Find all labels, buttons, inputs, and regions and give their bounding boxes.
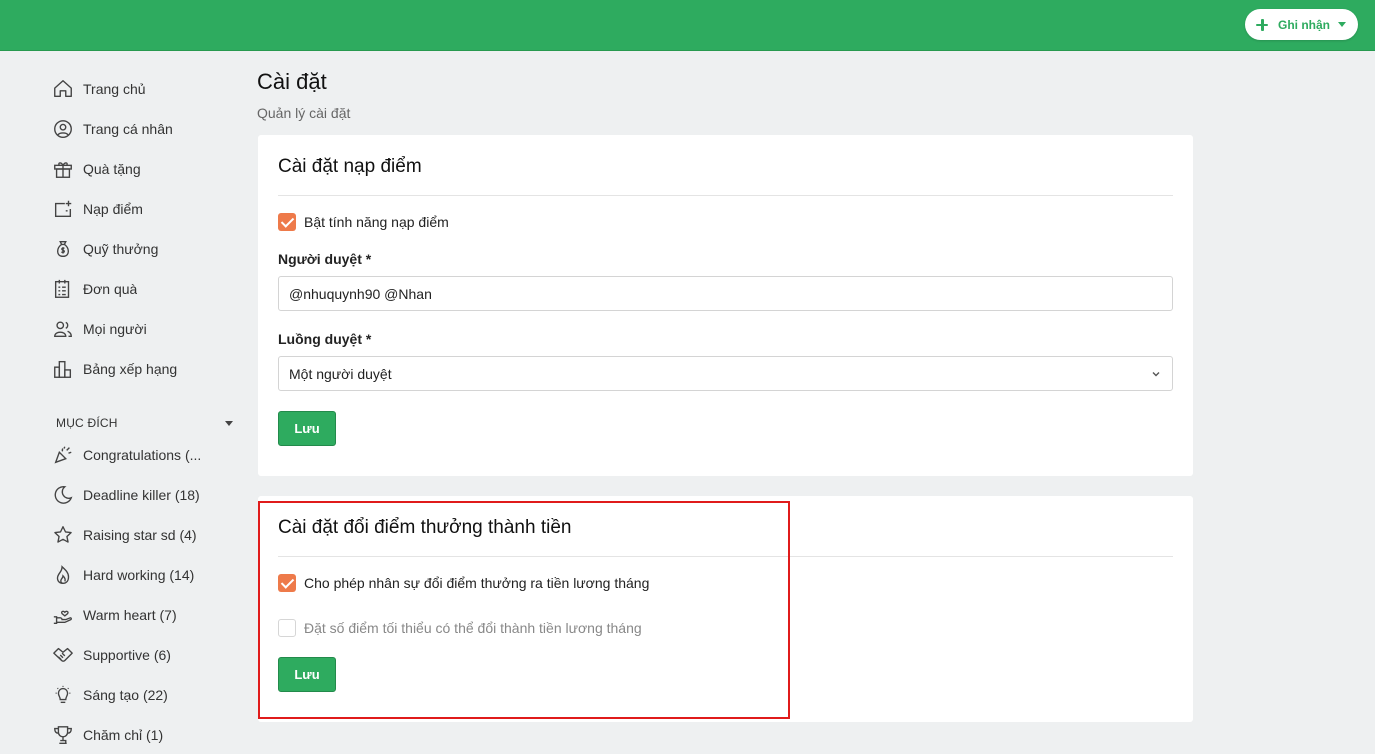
user-circle-icon — [54, 120, 72, 138]
plus-icon — [1256, 18, 1268, 31]
sidebar-item-label: Quỹ thưởng — [83, 241, 159, 257]
wallet-plus-icon — [54, 200, 72, 218]
leaderboard-icon — [54, 360, 72, 378]
sidebar-item-label: Congratulations (... — [83, 447, 202, 463]
order-list-icon — [54, 279, 70, 298]
sidebar-item-gifts[interactable]: Quà tặng — [52, 156, 242, 182]
chevron-down-icon — [1152, 371, 1160, 376]
sidebar-purpose-congratulations[interactable]: Congratulations (... — [52, 442, 242, 468]
ghi-nhan-label: Ghi nhận — [1278, 17, 1330, 32]
sidebar-purpose-deadline-killer[interactable]: Deadline killer (18) — [52, 482, 242, 508]
ghi-nhan-button[interactable]: Ghi nhận — [1245, 9, 1358, 40]
sidebar-item-label: Deadline killer (18) — [83, 487, 200, 503]
handshake-icon — [53, 647, 73, 662]
sidebar: Trang chủ Trang cá nhân Quà tặng Nạp điể… — [0, 51, 248, 754]
sidebar-item-label: Supportive (6) — [83, 647, 171, 663]
sidebar-item-home[interactable]: Trang chủ — [52, 76, 242, 102]
sidebar-item-orders[interactable]: Đơn quà — [52, 276, 242, 302]
lightbulb-icon — [55, 685, 71, 704]
card-title: Cài đặt nạp điểm — [278, 156, 422, 177]
sidebar-item-label: Đơn quà — [83, 281, 138, 297]
exchange-settings-card: Cài đặt đổi điểm thưởng thành tiền Cho p… — [258, 496, 1193, 722]
sidebar-purpose-supportive[interactable]: Supportive (6) — [52, 642, 242, 668]
sidebar-item-reward-fund[interactable]: Quỹ thưởng — [52, 236, 242, 262]
sidebar-item-leaderboard[interactable]: Bảng xếp hạng — [52, 356, 242, 382]
divider — [278, 195, 1173, 196]
trophy-icon — [54, 726, 72, 744]
people-icon — [54, 321, 72, 338]
section-collapse-icon[interactable] — [225, 421, 233, 426]
min-points-label: Đặt số điểm tối thiểu có thể đổi thành t… — [304, 620, 642, 636]
enable-topup-label: Bật tính năng nạp điểm — [304, 214, 449, 230]
star-icon — [54, 526, 72, 543]
sidebar-item-label: Hard working (14) — [83, 567, 195, 583]
approval-flow-label: Luồng duyệt * — [278, 331, 372, 347]
sidebar-item-people[interactable]: Mọi người — [52, 316, 242, 342]
allow-exchange-checkbox[interactable] — [278, 574, 296, 592]
sidebar-purpose-hard-working[interactable]: Hard working (14) — [52, 562, 242, 588]
approval-flow-value: Một người duyệt — [289, 365, 392, 382]
sidebar-item-label: Sáng tạo (22) — [83, 687, 168, 703]
caret-down-icon — [1338, 22, 1346, 27]
moon-icon — [54, 486, 73, 504]
money-bag-icon — [56, 240, 70, 258]
sidebar-purpose-raising-star[interactable]: Raising star sd (4) — [52, 522, 242, 548]
sidebar-purpose-warm-heart[interactable]: Warm heart (7) — [52, 602, 242, 628]
party-popper-icon — [54, 446, 72, 464]
page-subtitle: Quản lý cài đặt — [257, 105, 351, 121]
card-title: Cài đặt đổi điểm thưởng thành tiền — [278, 517, 572, 538]
allow-exchange-label: Cho phép nhân sự đổi điểm thưởng ra tiền… — [304, 575, 650, 591]
hand-heart-icon — [53, 610, 72, 624]
approval-flow-select[interactable]: Một người duyệt — [278, 356, 1173, 391]
sidebar-item-label: Bảng xếp hạng — [83, 361, 178, 377]
sidebar-item-topup[interactable]: Nạp điểm — [52, 196, 242, 222]
sidebar-item-label: Raising star sd (4) — [83, 527, 197, 543]
purpose-section-title: MỤC ĐÍCH — [56, 416, 118, 430]
save-topup-button[interactable]: Lưu — [278, 411, 336, 446]
save-exchange-button[interactable]: Lưu — [278, 657, 336, 692]
sidebar-item-label: Trang chủ — [83, 81, 146, 97]
flame-icon — [56, 565, 70, 584]
enable-topup-checkbox[interactable] — [278, 213, 296, 231]
gift-icon — [54, 162, 72, 178]
divider — [278, 556, 1173, 557]
sidebar-item-label: Mọi người — [83, 321, 147, 337]
min-points-checkbox[interactable] — [278, 619, 296, 637]
sidebar-item-label: Quà tặng — [83, 161, 141, 177]
sidebar-item-label: Warm heart (7) — [83, 607, 177, 623]
sidebar-item-label: Chăm chỉ (1) — [83, 727, 164, 743]
sidebar-item-label: Trang cá nhân — [83, 121, 173, 137]
sidebar-purpose-cham-chi[interactable]: Chăm chỉ (1) — [52, 722, 242, 748]
sidebar-item-label: Nạp điểm — [83, 201, 143, 217]
home-icon — [54, 80, 72, 98]
sidebar-item-profile[interactable]: Trang cá nhân — [52, 116, 242, 142]
top-bar: Ghi nhận — [0, 0, 1375, 51]
approver-input[interactable] — [278, 276, 1173, 311]
topup-settings-card: Cài đặt nạp điểm Bật tính năng nạp điểm … — [258, 135, 1193, 476]
page-title: Cài đặt — [257, 69, 327, 94]
approver-label: Người duyệt * — [278, 251, 372, 267]
sidebar-purpose-sang-tao[interactable]: Sáng tạo (22) — [52, 682, 242, 708]
